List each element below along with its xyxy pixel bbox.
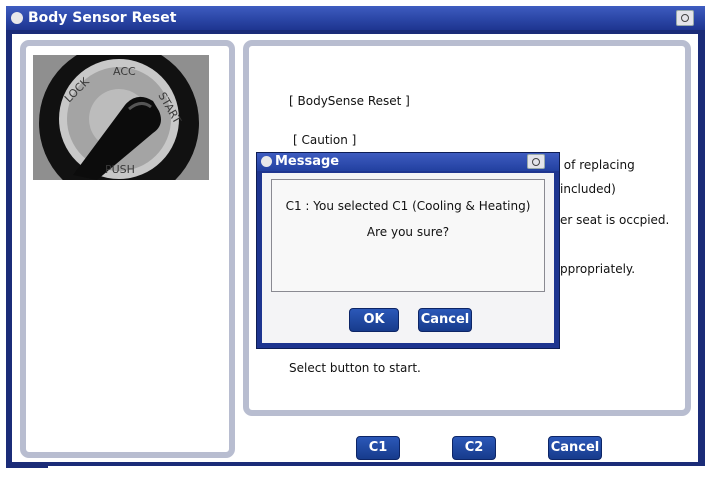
instruction-line-3: er seat is occpied. [560,213,670,227]
ignition-switch-image: LOCK ACC START PUSH [33,55,209,180]
instruction-line-2: included) [560,182,616,196]
message-dialog: Message C1 : You selected C1 (Cooling & … [256,152,560,349]
start-prompt: Select button to start. [289,361,421,375]
dialog-message-line-1: C1 : You selected C1 (Cooling & Heating) [285,199,531,213]
dialog-body: C1 : You selected C1 (Cooling & Heating)… [262,173,554,343]
c1-button[interactable]: C1 [356,436,400,460]
dialog-message-line-2: Are you sure? [366,225,450,239]
svg-text:ACC: ACC [113,65,136,78]
svg-text:PUSH: PUSH [105,163,135,176]
ok-button[interactable]: OK [349,308,399,332]
content-heading: [ BodySense Reset ] [289,94,410,108]
dialog-app-icon [261,156,272,167]
cancel-button[interactable]: Cancel [548,436,602,460]
camera-icon[interactable] [676,10,694,26]
caution-label: [ Caution ] [293,133,357,147]
dialog-camera-icon[interactable] [527,154,545,169]
window-title: Body Sensor Reset [28,10,177,26]
dialog-titlebar[interactable]: Message [257,153,559,171]
instruction-line-4: ppropriately. [560,262,636,276]
window-titlebar[interactable]: Body Sensor Reset [6,6,705,30]
ignition-switch-photo: LOCK ACC START PUSH [33,55,209,180]
app-icon [11,12,23,24]
dialog-cancel-button[interactable]: Cancel [418,308,472,332]
dialog-title: Message [275,154,340,169]
dialog-message-box: C1 : You selected C1 (Cooling & Heating)… [271,179,545,292]
c2-button[interactable]: C2 [452,436,496,460]
taskbar-edge [6,466,48,468]
left-image-panel: LOCK ACC START PUSH [20,40,235,458]
